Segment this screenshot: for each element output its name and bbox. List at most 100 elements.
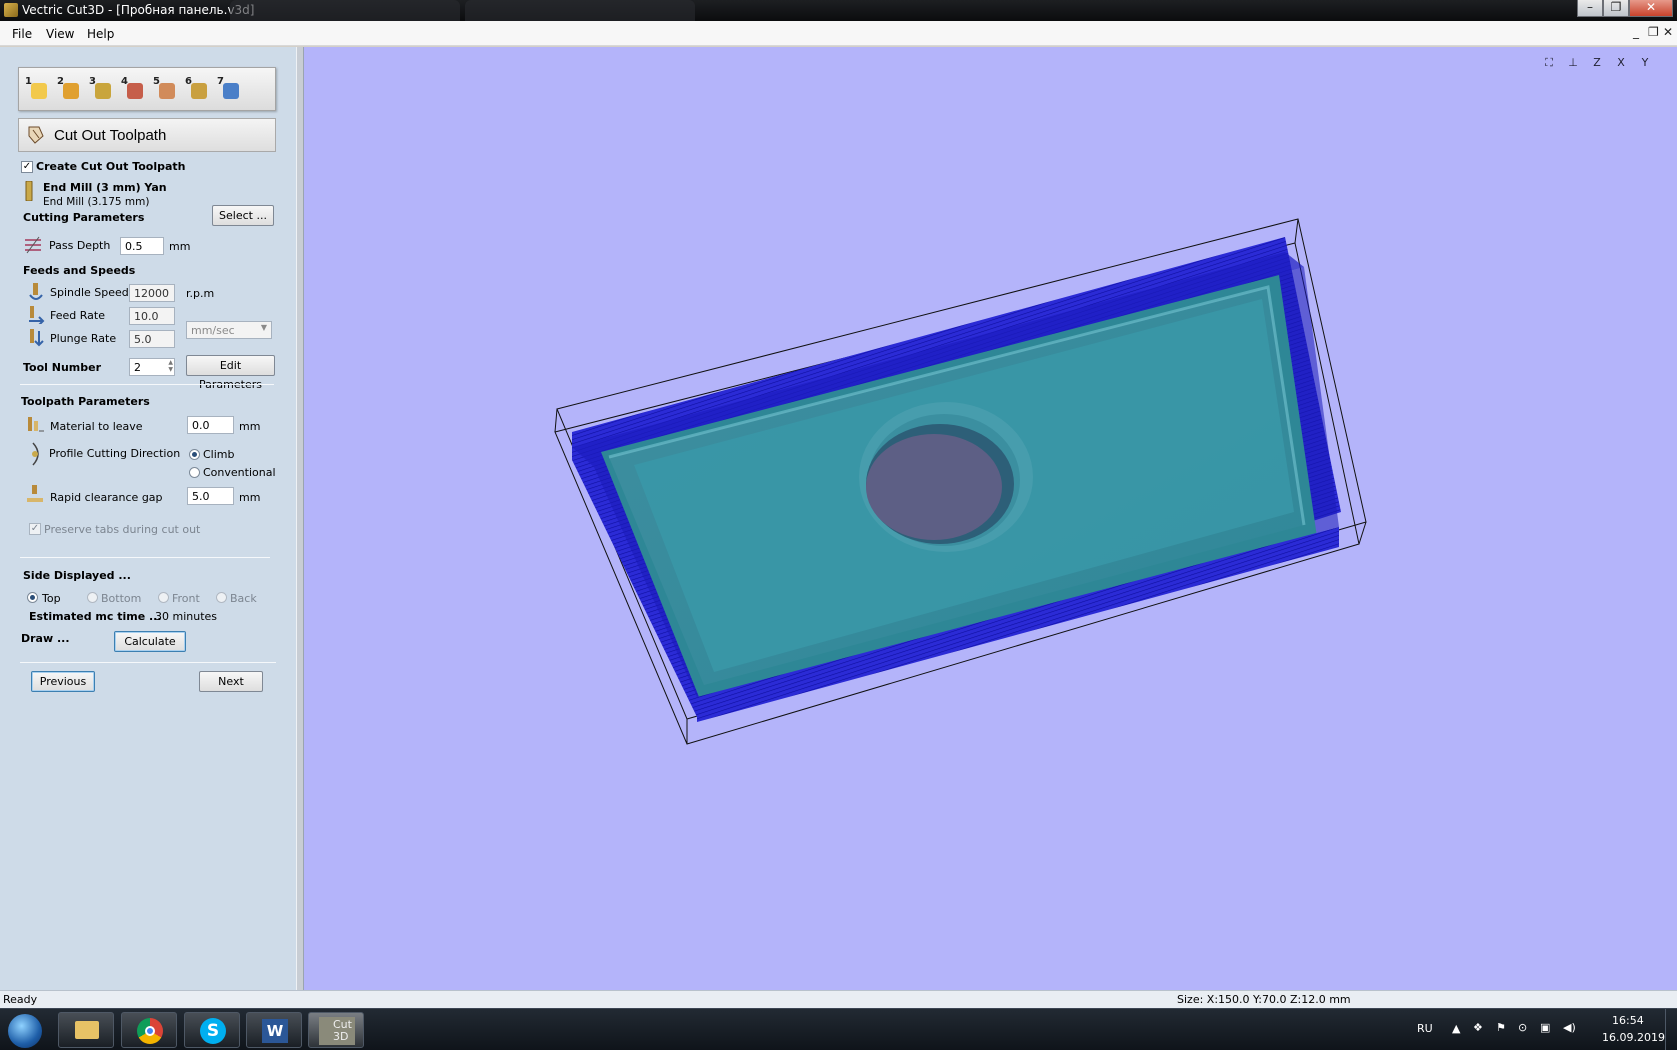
plunge-rate-icon [30, 329, 44, 347]
feeds-speeds-heading: Feeds and Speeds [23, 264, 136, 277]
cut3d-icon: Cut 3D [319, 1017, 355, 1045]
preserve-tabs-checkbox[interactable]: ✓ [29, 523, 41, 535]
side-front-radio[interactable] [158, 592, 169, 603]
show-desktop-button[interactable] [1665, 1009, 1677, 1050]
tray-expand-icon[interactable]: ▲ [1452, 1022, 1460, 1035]
status-text: Ready [3, 993, 38, 1006]
material-to-leave-label: Material to leave [50, 420, 143, 433]
volume-icon[interactable]: ◀) [1563, 1021, 1576, 1034]
step-toolbar: 1 2 3 4 5 6 7 [18, 67, 276, 111]
folder-icon [75, 1021, 99, 1039]
mdi-close-icon[interactable]: ✕ [1663, 25, 1673, 39]
rapid-gap-label: Rapid clearance gap [50, 491, 163, 504]
minimize-button[interactable]: – [1577, 0, 1603, 17]
window-title: Vectric Cut3D - [Пробная панель.v3d] [22, 3, 255, 17]
previous-button[interactable]: Previous [31, 671, 95, 692]
language-indicator[interactable]: RU [1417, 1022, 1433, 1035]
rate-unit-select[interactable]: mm/sec ▼ [186, 321, 272, 339]
material-to-leave-input[interactable]: 0.0 [187, 416, 234, 434]
clock-time[interactable]: 16:54 [1612, 1014, 1644, 1027]
step-4-finishing-icon[interactable]: 4 [121, 76, 147, 103]
mdi-minimize-icon[interactable]: _ [1633, 25, 1639, 39]
spindle-speed-label: Spindle Speed [50, 286, 129, 299]
menu-bar: File View Help _ ❐ ✕ [0, 21, 1677, 46]
calculate-button[interactable]: Calculate [114, 631, 186, 652]
side-bottom-radio[interactable] [87, 592, 98, 603]
divider [20, 384, 274, 385]
side-bottom-label: Bottom [101, 592, 142, 605]
side-back-label: Back [230, 592, 257, 605]
tool-number-stepper[interactable]: 2 ▲ ▼ [129, 358, 175, 376]
network-icon[interactable]: ▣ [1540, 1021, 1550, 1034]
estimated-time-value: 30 minutes [155, 610, 218, 623]
divider [20, 557, 270, 558]
spindle-speed-input[interactable]: 12000 [129, 284, 175, 302]
feed-rate-label: Feed Rate [50, 309, 105, 322]
step-7-save-icon[interactable]: 7 [217, 76, 243, 103]
create-cutout-label: Create Cut Out Toolpath [36, 160, 186, 173]
chrome-icon [137, 1018, 163, 1044]
taskbar-word[interactable]: W [246, 1012, 302, 1048]
estimated-time-label: Estimated mc time ... [29, 610, 162, 623]
background-browser-tab [230, 0, 460, 21]
step-2-orientation-icon[interactable]: 2 [57, 76, 83, 103]
taskbar-skype[interactable]: S [184, 1012, 240, 1048]
end-mill-icon [25, 181, 33, 201]
conventional-radio[interactable] [189, 467, 200, 478]
step-6-preview-icon[interactable]: 6 [185, 76, 211, 103]
pocket-hole [859, 402, 1033, 552]
section-header: Cut Out Toolpath [18, 118, 276, 152]
step-5-cutout-icon[interactable]: 5 [153, 76, 179, 103]
plunge-rate-label: Plunge Rate [50, 332, 117, 345]
title-bar: Vectric Cut3D - [Пробная панель.v3d] – ❐… [0, 0, 1677, 21]
close-button[interactable]: ✕ [1629, 0, 1673, 17]
start-button[interactable] [8, 1014, 42, 1048]
pass-depth-icon [25, 236, 41, 254]
taskbar-cut3d[interactable]: Cut 3D [308, 1012, 364, 1048]
divider [20, 662, 276, 663]
status-bar: Ready Size: X:150.0 Y:70.0 Z:12.0 mm [0, 990, 1677, 1008]
profile-direction-label: Profile Cutting Direction [49, 447, 181, 460]
cut-direction-icon [32, 442, 39, 466]
side-top-radio[interactable] [27, 592, 38, 603]
edit-parameters-button[interactable]: Edit Parameters [186, 355, 275, 391]
menu-file[interactable]: File [12, 27, 32, 41]
spindle-speed-icon [29, 283, 43, 300]
menu-help[interactable]: Help [87, 27, 114, 41]
mdi-restore-icon[interactable]: ❐ [1648, 25, 1659, 39]
step-3-roughing-icon[interactable]: 3 [89, 76, 115, 103]
side-top-label: Top [42, 592, 61, 605]
pass-depth-input[interactable]: 0.5 [120, 237, 164, 255]
pass-depth-unit: mm [169, 240, 191, 253]
create-cutout-checkbox[interactable]: ✓ [21, 161, 33, 173]
feed-rate-icon [29, 306, 45, 324]
taskbar: S W Cut 3D RU ▲ ❖ ⚑ ⊙ ▣ ◀) 16:54 16.09.20… [0, 1008, 1677, 1050]
rapid-gap-unit: mm [239, 491, 261, 504]
background-browser-tab [465, 0, 695, 21]
3d-viewport[interactable]: ⛶ ⊥ Z X Y [304, 47, 1677, 990]
menu-view[interactable]: View [46, 27, 74, 41]
step-1-open-icon[interactable]: 1 [25, 76, 51, 103]
dropbox-icon[interactable]: ❖ [1473, 1021, 1483, 1034]
cutout-toolpath-icon [28, 126, 44, 144]
select-tool-button[interactable]: Select ... [212, 205, 274, 226]
climb-radio[interactable] [189, 449, 200, 460]
model-size-readout: Size: X:150.0 Y:70.0 Z:12.0 mm [1177, 993, 1351, 1006]
rapid-gap-input[interactable]: 5.0 [187, 487, 234, 505]
tool-name: End Mill (3 mm) Yan [43, 181, 167, 194]
clock-date[interactable]: 16.09.2019 [1602, 1031, 1665, 1044]
tool-description: End Mill (3.175 mm) [43, 196, 150, 208]
toolpath-panel: 1 2 3 4 5 6 7 Cut Out Toolpath ✓ Create … [0, 47, 302, 990]
plunge-rate-input[interactable]: 5.0 [129, 330, 175, 348]
feed-rate-input[interactable]: 10.0 [129, 307, 175, 325]
side-back-radio[interactable] [216, 592, 227, 603]
taskbar-chrome[interactable] [121, 1012, 177, 1048]
restore-button[interactable]: ❐ [1603, 0, 1629, 17]
panel-splitter[interactable] [296, 47, 304, 990]
taskbar-explorer[interactable] [58, 1012, 114, 1048]
stepper-arrows-icon: ▲ ▼ [168, 359, 173, 373]
next-button[interactable]: Next [199, 671, 263, 692]
flag-icon[interactable]: ⚑ [1496, 1021, 1506, 1034]
sync-icon[interactable]: ⊙ [1518, 1021, 1527, 1034]
skype-icon: S [200, 1018, 226, 1044]
